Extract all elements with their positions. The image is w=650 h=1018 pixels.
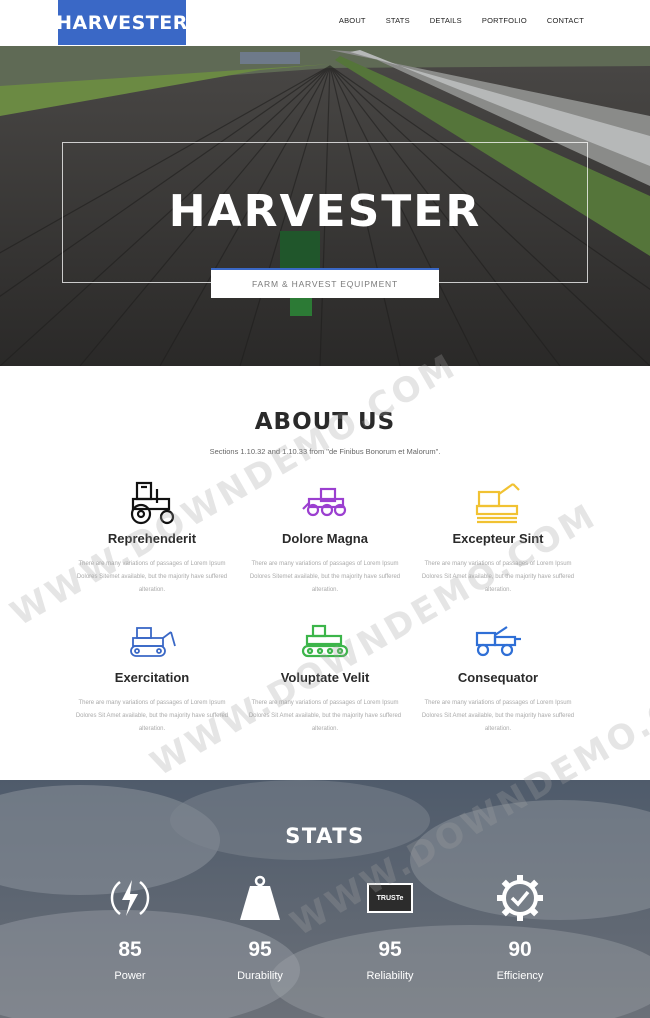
feature-title: Voluptate Velit xyxy=(280,670,370,685)
hero-subtitle-badge: FARM & HARVEST EQUIPMENT xyxy=(211,268,439,298)
feature-title: Dolore Magna xyxy=(282,531,368,546)
feature-title: Consequator xyxy=(457,670,539,685)
feature-card: Dolore Magna There are many variations o… xyxy=(240,478,410,597)
feature-text: There are many variations of passages of… xyxy=(421,700,575,732)
harvester-icon xyxy=(413,478,583,526)
feature-text: There are many variations of passages of… xyxy=(421,561,575,593)
nav-stats[interactable]: STATS xyxy=(386,16,410,25)
feature-text: There are many variations of passages of… xyxy=(75,700,229,732)
tractor-icon xyxy=(240,478,410,526)
weight-icon xyxy=(195,872,325,924)
feature-card: Voluptate Velit There are many variation… xyxy=(240,617,410,736)
feature-title: Exercitation xyxy=(114,670,190,685)
crawler-tractor-icon xyxy=(240,617,410,665)
stat-label: Efficiency xyxy=(496,970,544,982)
feature-card: Exercitation There are many variations o… xyxy=(67,617,237,736)
stat-label: Durability xyxy=(237,970,283,982)
stats-section: STATS 85 Power 95 Durability TRUSTe 95 R… xyxy=(0,780,650,1018)
hero-section: HARVESTER FARM & HARVEST EQUIPMENT xyxy=(0,46,650,366)
feature-card: Consequator There are many variations of… xyxy=(413,617,583,736)
feature-card: Excepteur Sint There are many variations… xyxy=(413,478,583,597)
site-logo[interactable]: HARVESTER xyxy=(56,0,187,45)
nav-details[interactable]: DETAILS xyxy=(430,16,462,25)
stat-value: 95 xyxy=(378,938,402,961)
about-subtitle: Sections 1.10.32 and 1.10.33 from "de Fi… xyxy=(209,447,441,456)
feature-text: There are many variations of passages of… xyxy=(249,561,401,593)
nav-portfolio[interactable]: PORTFOLIO xyxy=(482,16,527,25)
stat-item: TRUSTe 95 Reliability xyxy=(325,872,455,982)
stat-value: 90 xyxy=(508,938,532,961)
stat-label: Power xyxy=(114,970,146,982)
stat-value: 95 xyxy=(248,938,272,961)
lightning-icon xyxy=(65,872,195,924)
gear-check-icon xyxy=(455,872,585,924)
hero-title: HARVESTER xyxy=(168,186,482,237)
feature-card: Reprehenderit There are many variations … xyxy=(67,478,237,597)
feature-text: There are many variations of passages of… xyxy=(248,700,402,732)
stat-item: 85 Power xyxy=(65,872,195,982)
stat-item: 90 Efficiency xyxy=(455,872,585,982)
nav-contact[interactable]: CONTACT xyxy=(547,16,584,25)
stat-item: 95 Durability xyxy=(195,872,325,982)
truste-badge-text: TRUSTe xyxy=(369,885,411,911)
stats-title: STATS xyxy=(285,824,365,848)
feature-text: There are many variations of passages of… xyxy=(76,561,228,593)
feature-title: Reprehenderit xyxy=(107,531,197,546)
page: HARVESTER ABOUT STATS DETAILS PORTFOLIO … xyxy=(0,0,650,1018)
nav-about[interactable]: ABOUT xyxy=(339,16,366,25)
feature-title: Excepteur Sint xyxy=(452,531,544,546)
site-header: HARVESTER ABOUT STATS DETAILS PORTFOLIO … xyxy=(0,0,650,46)
bulldozer-icon xyxy=(67,617,237,665)
tractor-icon xyxy=(67,478,237,526)
about-title: ABOUT US xyxy=(254,409,396,435)
stat-value: 85 xyxy=(118,938,142,961)
main-nav: ABOUT STATS DETAILS PORTFOLIO CONTACT xyxy=(319,16,584,25)
stat-label: Reliability xyxy=(366,970,414,982)
truste-badge-icon: TRUSTe xyxy=(325,872,455,924)
combine-icon xyxy=(413,617,583,665)
